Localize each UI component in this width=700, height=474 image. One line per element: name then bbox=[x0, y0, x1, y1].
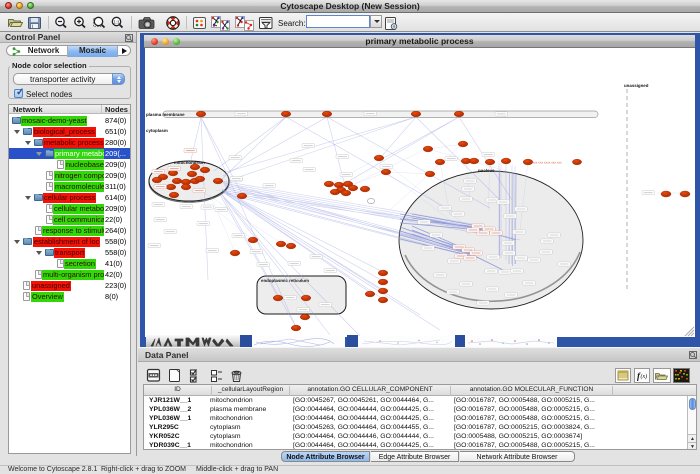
svg-text:(x): (x) bbox=[641, 373, 648, 380]
svg-text:plasma membrane: plasma membrane bbox=[146, 112, 185, 117]
svg-text:xxxx xxx xxxx xxx xxx: xxxx xxx xxxx xxx xxx bbox=[531, 161, 562, 165]
svg-text:mitochondrion: mitochondrion bbox=[174, 160, 205, 165]
svg-text:1:1: 1:1 bbox=[113, 19, 120, 24]
svg-text:nucleus: nucleus bbox=[478, 168, 495, 173]
svg-text:cytoplasm: cytoplasm bbox=[146, 128, 168, 133]
svg-text:unassigned: unassigned bbox=[624, 83, 648, 88]
svg-text:endoplasmic reticulum: endoplasmic reticulum bbox=[261, 278, 309, 283]
